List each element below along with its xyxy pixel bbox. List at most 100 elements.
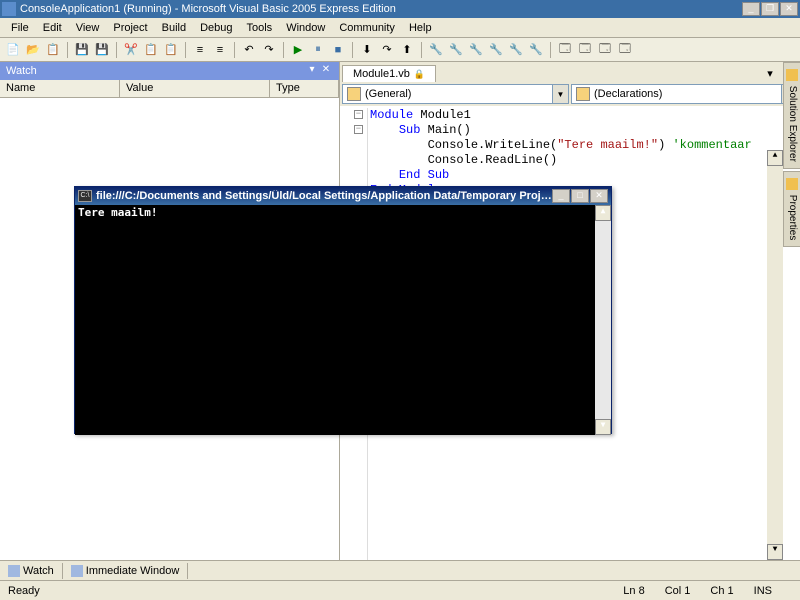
menu-window[interactable]: Window — [279, 20, 332, 36]
solution-explorer-tab[interactable]: Solution Explorer — [783, 62, 800, 169]
close-button[interactable]: ✕ — [780, 2, 798, 16]
paste-icon[interactable]: 📋 — [162, 41, 180, 59]
console-minimize-button[interactable]: _ — [552, 189, 570, 203]
code-text: Module1 — [413, 108, 471, 122]
bottom-tab-immediate[interactable]: Immediate Window — [63, 563, 189, 579]
tab-dropdown-icon[interactable]: ▾ — [761, 65, 779, 82]
declarations-icon — [576, 87, 590, 101]
new-project-icon[interactable]: 📄 — [4, 41, 22, 59]
watch-icon — [8, 565, 20, 577]
stop-icon[interactable]: ■ — [329, 41, 347, 59]
separator — [67, 42, 68, 58]
tab-module1[interactable]: Module1.vb 🔒 — [342, 65, 436, 82]
watch-col-name[interactable]: Name — [0, 80, 120, 97]
save-icon[interactable]: 💾 — [73, 41, 91, 59]
bottom-tab-label: Immediate Window — [86, 565, 180, 577]
bottom-tab-watch[interactable]: Watch — [0, 563, 63, 579]
separator — [283, 42, 284, 58]
menu-project[interactable]: Project — [106, 20, 154, 36]
console-window[interactable]: C:\ file:///C:/Documents and Settings/Ül… — [74, 186, 612, 434]
menu-view[interactable]: View — [69, 20, 107, 36]
step-into-icon[interactable]: ⬇ — [358, 41, 376, 59]
window-icon[interactable]: 🗔 — [556, 41, 574, 59]
tool-icon[interactable]: 🔧 — [467, 41, 485, 59]
menu-build[interactable]: Build — [155, 20, 193, 36]
watch-title: Watch — [6, 65, 37, 77]
menu-community[interactable]: Community — [332, 20, 402, 36]
console-output[interactable]: Tere maailm! ▲ ▼ — [75, 205, 611, 435]
tool-icon[interactable]: 🔧 — [507, 41, 525, 59]
properties-icon — [786, 178, 798, 190]
step-over-icon[interactable]: ↷ — [378, 41, 396, 59]
copy-icon[interactable]: 📋 — [142, 41, 160, 59]
code-text: Console.ReadLine() — [370, 153, 557, 167]
console-title-bar[interactable]: C:\ file:///C:/Documents and Settings/Ül… — [75, 187, 611, 205]
close-panel-icon[interactable]: ✕ — [319, 64, 333, 78]
status-ins: INS — [754, 585, 772, 597]
status-line: Ln 8 — [623, 585, 644, 597]
comment-icon[interactable]: ≡ — [191, 41, 209, 59]
step-out-icon[interactable]: ⬆ — [398, 41, 416, 59]
menu-help[interactable]: Help — [402, 20, 439, 36]
module-icon — [347, 87, 361, 101]
separator — [116, 42, 117, 58]
window-icon[interactable]: 🗔 — [576, 41, 594, 59]
code-text: ) — [658, 138, 672, 152]
menu-edit[interactable]: Edit — [36, 20, 69, 36]
minimize-button[interactable]: _ — [742, 2, 760, 16]
scroll-up-icon[interactable]: ▲ — [595, 205, 611, 221]
tool-icon[interactable]: 🔧 — [427, 41, 445, 59]
dropdown-icon[interactable]: ▾ — [305, 64, 319, 78]
properties-tab[interactable]: Properties — [783, 171, 800, 247]
console-text: Tere maailm! — [78, 206, 157, 219]
scroll-up-icon[interactable]: ▲ — [767, 150, 783, 166]
member-dropdown[interactable]: (Declarations) ▼ — [571, 84, 798, 104]
tool-icon[interactable]: 🔧 — [527, 41, 545, 59]
console-title-text: file:///C:/Documents and Settings/Üld/Lo… — [96, 190, 552, 202]
app-icon — [2, 2, 16, 16]
cut-icon[interactable]: ✂️ — [122, 41, 140, 59]
uncomment-icon[interactable]: ≡ — [211, 41, 229, 59]
outline-toggle-icon[interactable]: − — [354, 110, 363, 119]
console-maximize-button[interactable]: □ — [571, 189, 589, 203]
code-keyword: Module — [370, 108, 413, 122]
editor-scrollbar[interactable]: ▲ ▼ — [767, 150, 783, 560]
redo-icon[interactable]: ↷ — [260, 41, 278, 59]
restore-button[interactable]: ❐ — [761, 2, 779, 16]
start-icon[interactable]: ▶ — [289, 41, 307, 59]
scroll-down-icon[interactable]: ▼ — [767, 544, 783, 560]
title-bar: ConsoleApplication1 (Running) - Microsof… — [0, 0, 800, 18]
window-icon[interactable]: 🗔 — [596, 41, 614, 59]
scroll-track[interactable] — [595, 221, 611, 419]
menu-tools[interactable]: Tools — [240, 20, 280, 36]
immediate-icon — [71, 565, 83, 577]
bottom-tab-label: Watch — [23, 565, 54, 577]
code-text: Main() — [420, 123, 470, 137]
open-icon[interactable]: 📂 — [24, 41, 42, 59]
scope-dropdown[interactable]: (General) ▼ — [342, 84, 569, 104]
code-keyword: End Sub — [399, 168, 449, 182]
watch-col-type[interactable]: Type — [270, 80, 339, 97]
watch-col-value[interactable]: Value — [120, 80, 270, 97]
status-ready: Ready — [8, 585, 40, 597]
scroll-down-icon[interactable]: ▼ — [595, 419, 611, 435]
console-close-button[interactable]: ✕ — [590, 189, 608, 203]
add-item-icon[interactable]: 📋 — [44, 41, 62, 59]
member-label: (Declarations) — [594, 88, 662, 100]
save-all-icon[interactable]: 💾 — [93, 41, 111, 59]
side-tab-label: Solution Explorer — [787, 86, 798, 162]
tool-icon[interactable]: 🔧 — [447, 41, 465, 59]
scope-label: (General) — [365, 88, 411, 100]
menu-debug[interactable]: Debug — [193, 20, 239, 36]
window-title: ConsoleApplication1 (Running) - Microsof… — [20, 3, 742, 15]
undo-icon[interactable]: ↶ — [240, 41, 258, 59]
tool-icon[interactable]: 🔧 — [487, 41, 505, 59]
code-string: "Tere maailm!" — [557, 138, 658, 152]
menu-file[interactable]: File — [4, 20, 36, 36]
window-icon[interactable]: 🗔 — [616, 41, 634, 59]
console-scrollbar[interactable]: ▲ ▼ — [595, 205, 611, 435]
outline-toggle-icon[interactable]: − — [354, 125, 363, 134]
watch-header: Watch ▾ ✕ — [0, 62, 339, 80]
code-keyword: Sub — [399, 123, 421, 137]
pause-icon[interactable]: ⏸ — [309, 41, 327, 59]
